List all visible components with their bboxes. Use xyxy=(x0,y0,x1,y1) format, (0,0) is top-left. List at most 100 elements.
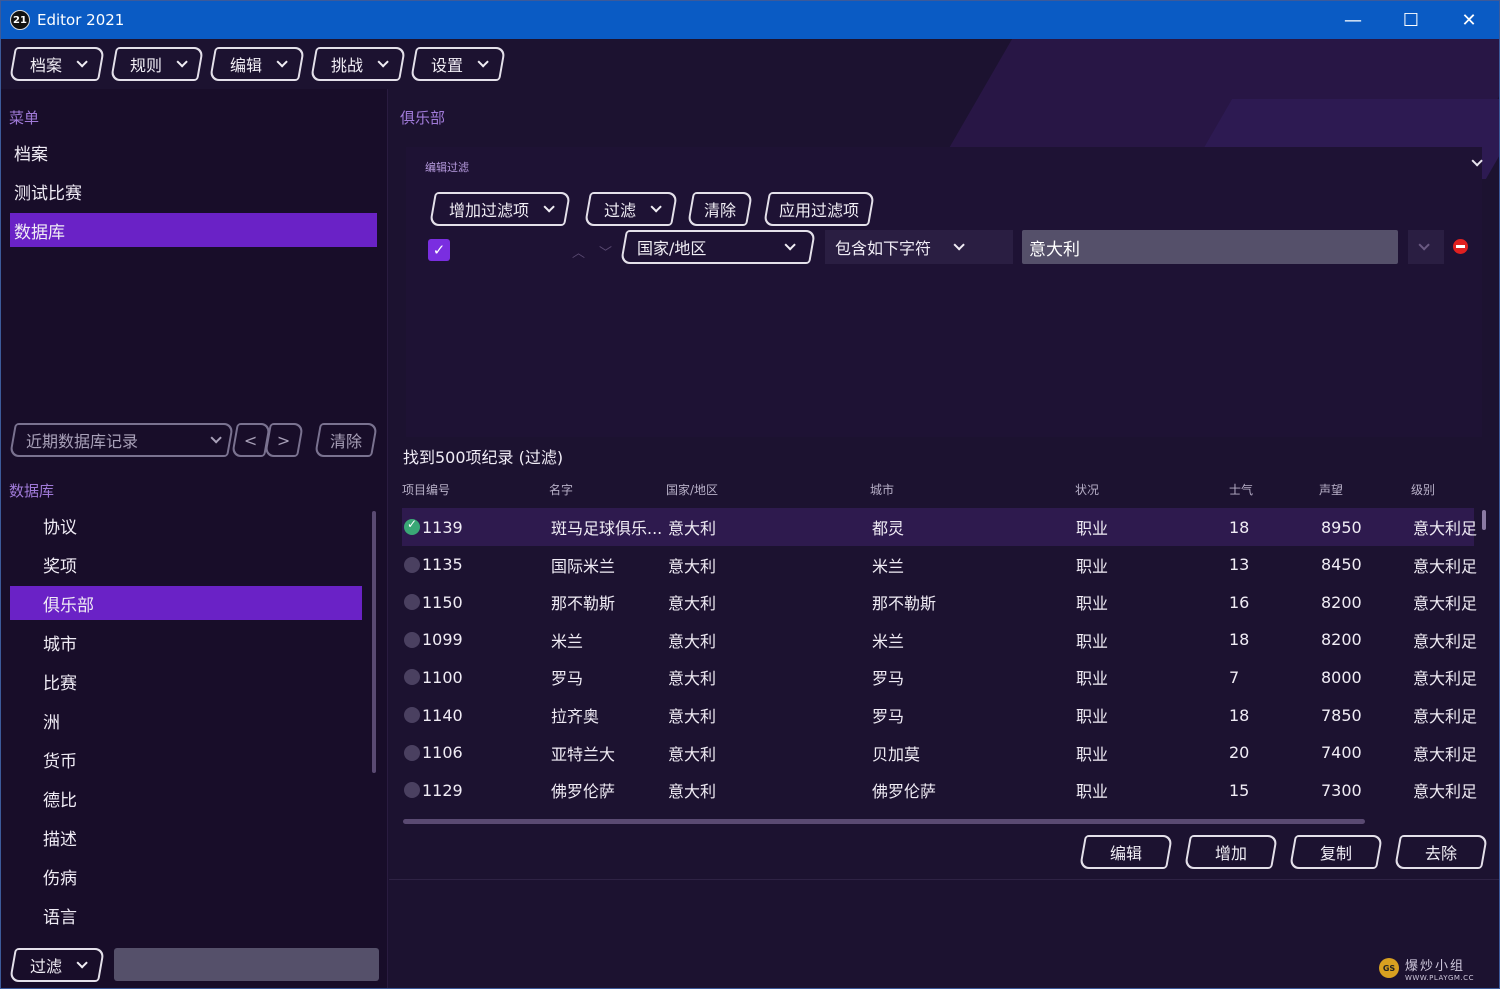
copy-button[interactable]: 复制 xyxy=(1289,835,1383,869)
chevron-down-icon xyxy=(953,239,965,251)
db-item-continents[interactable]: 洲 xyxy=(10,703,362,737)
minimize-button[interactable]: — xyxy=(1324,1,1382,39)
collapse-chevron-icon[interactable] xyxy=(1471,155,1483,167)
sidebar-search-input[interactable] xyxy=(114,948,379,981)
sidebar-item-database[interactable]: 数据库 xyxy=(10,213,377,247)
cell-id: 1150 xyxy=(422,592,463,612)
value-options-dropdown[interactable] xyxy=(1408,230,1444,264)
db-item-awards[interactable]: 奖项 xyxy=(10,547,362,581)
db-item-derbies[interactable]: 德比 xyxy=(10,781,362,815)
menu-rules[interactable]: 规则 xyxy=(110,47,204,81)
cell-country: 意大利 xyxy=(668,631,717,651)
cell-status: 职业 xyxy=(1076,519,1109,538)
cell-name: 米兰 xyxy=(551,631,584,651)
apply-filter-button[interactable]: 应用过滤项 xyxy=(763,192,875,226)
col-header-morale[interactable]: 士气 xyxy=(1229,481,1253,498)
cell-name: 国际米兰 xyxy=(551,556,616,576)
sidebar-item-profile[interactable]: 档案 xyxy=(10,135,377,169)
sidebar-scrollbar[interactable] xyxy=(372,511,376,773)
chevron-down-icon xyxy=(1418,239,1430,251)
menu-settings[interactable]: 设置 xyxy=(410,47,506,81)
move-up-icon[interactable]: ︿ xyxy=(572,242,585,261)
col-header-country[interactable]: 国家/地区 xyxy=(666,481,718,498)
maximize-button[interactable]: ☐ xyxy=(1382,1,1440,39)
col-header-level[interactable]: 级别 xyxy=(1411,481,1435,498)
menu-profile[interactable]: 档案 xyxy=(9,47,105,81)
sidebar: 菜单 档案 测试比赛 数据库 近期数据库记录 < > 清除 数据库 协议 奖项 … xyxy=(1,89,388,988)
filter-field-dropdown[interactable]: 国家/地区 xyxy=(620,230,816,264)
db-item-languages[interactable]: 语言 xyxy=(10,898,362,932)
db-item-agreements[interactable]: 协议 xyxy=(10,508,362,542)
db-item-injuries[interactable]: 伤病 xyxy=(10,859,362,893)
add-filter-button[interactable]: 增加过滤项 xyxy=(429,192,571,226)
clear-filter-button[interactable]: 清除 xyxy=(687,192,753,226)
cell-name: 罗马 xyxy=(551,669,584,689)
menu-section-label: 菜单 xyxy=(9,109,40,127)
cell-reputation: 7850 xyxy=(1321,705,1362,725)
title-bar: 21 Editor 2021 — ☐ ✕ xyxy=(1,1,1499,39)
recent-clear-button[interactable]: 清除 xyxy=(314,423,378,457)
table-row[interactable]: 1140 拉齐奥 意大利 罗马 职业 18 7850 意大利足 xyxy=(402,696,1477,734)
table-row[interactable]: 1100 罗马 意大利 罗马 职业 7 8000 意大利足 xyxy=(402,658,1478,696)
cell-reputation: 8450 xyxy=(1321,555,1362,575)
cell-morale: 20 xyxy=(1229,743,1250,763)
row-check-icon xyxy=(404,669,420,686)
row-check-icon xyxy=(404,631,420,648)
table-row[interactable]: 1106 亚特兰大 意大利 贝加莫 职业 20 7400 意大利足 xyxy=(402,734,1478,772)
edit-button[interactable]: 编辑 xyxy=(1079,835,1173,869)
col-header-id[interactable]: 项目编号 xyxy=(402,481,450,498)
cell-reputation: 8200 xyxy=(1321,592,1362,612)
menu-challenge[interactable]: 挑战 xyxy=(310,47,406,81)
db-item-descriptions[interactable]: 描述 xyxy=(10,820,362,854)
table-horizontal-scrollbar[interactable] xyxy=(403,819,1365,824)
table-row[interactable]: 1129 佛罗伦萨 意大利 佛罗伦萨 职业 15 7300 意大利足 xyxy=(402,771,1477,809)
sidebar-item-test-match[interactable]: 测试比赛 xyxy=(10,174,377,208)
cell-morale: 18 xyxy=(1229,705,1250,725)
cell-level: 意大利足 xyxy=(1413,669,1478,689)
recent-prev-button[interactable]: < xyxy=(231,423,271,457)
db-item-currencies[interactable]: 货币 xyxy=(10,742,362,776)
recent-db-dropdown[interactable]: 近期数据库记录 xyxy=(9,423,234,457)
cell-status: 职业 xyxy=(1076,556,1109,576)
cell-level: 意大利足 xyxy=(1413,594,1478,614)
page-title: 俱乐部 xyxy=(400,109,446,127)
add-button[interactable]: 增加 xyxy=(1184,835,1278,869)
main-panel: 俱乐部 编辑过滤 增加过滤项 过滤 清除 应用过滤项 ✓ ︿ ﹀ 国家/地区 包… xyxy=(389,89,1499,988)
table-row[interactable]: 1150 那不勒斯 意大利 那不勒斯 职业 16 8200 意大利足 xyxy=(402,583,1478,621)
chevron-down-icon xyxy=(276,56,288,68)
table-row[interactable]: 1139 斑马足球俱乐... 意大利 都灵 职业 18 8950 意大利足 xyxy=(402,508,1477,546)
remove-rule-icon[interactable] xyxy=(1453,239,1468,254)
col-header-reputation[interactable]: 声望 xyxy=(1319,481,1343,498)
col-header-status[interactable]: 状况 xyxy=(1075,481,1099,498)
col-header-city[interactable]: 城市 xyxy=(870,481,894,498)
sidebar-filter-button[interactable]: 过滤 xyxy=(9,948,105,982)
cell-city: 米兰 xyxy=(872,556,905,576)
filter-dropdown-button[interactable]: 过滤 xyxy=(584,192,678,226)
cell-status: 职业 xyxy=(1076,594,1109,614)
col-header-name[interactable]: 名字 xyxy=(549,481,573,498)
cell-morale: 13 xyxy=(1229,555,1250,575)
table-row[interactable]: 1099 米兰 意大利 米兰 职业 18 8200 意大利足 xyxy=(402,621,1477,659)
db-item-cities[interactable]: 城市 xyxy=(10,625,362,659)
db-item-clubs[interactable]: 俱乐部 xyxy=(10,586,362,620)
filter-rule-checkbox[interactable]: ✓ xyxy=(428,239,450,261)
cell-morale: 18 xyxy=(1229,630,1250,650)
move-down-icon[interactable]: ﹀ xyxy=(599,242,612,261)
close-button[interactable]: ✕ xyxy=(1440,1,1498,39)
recent-next-button[interactable]: > xyxy=(264,423,304,457)
cell-level: 意大利足 xyxy=(1413,744,1478,764)
cell-city: 罗马 xyxy=(872,707,905,726)
db-item-competitions[interactable]: 比赛 xyxy=(10,664,362,698)
chevron-down-icon xyxy=(784,239,797,251)
chevron-down-icon xyxy=(76,957,88,969)
menu-edit[interactable]: 编辑 xyxy=(209,47,305,81)
app-icon: 21 xyxy=(10,10,30,30)
remove-button[interactable]: 去除 xyxy=(1394,835,1488,869)
cell-reputation: 8200 xyxy=(1321,630,1362,650)
cell-reputation: 8950 xyxy=(1321,517,1362,537)
cell-id: 1099 xyxy=(422,630,463,650)
filter-operator-dropdown[interactable]: 包含如下字符 xyxy=(825,230,1013,264)
filter-value-input[interactable]: 意大利 xyxy=(1022,230,1398,264)
table-row[interactable]: 1135 国际米兰 意大利 米兰 职业 13 8450 意大利足 xyxy=(402,546,1477,584)
table-vertical-scrollbar[interactable] xyxy=(1482,510,1486,530)
